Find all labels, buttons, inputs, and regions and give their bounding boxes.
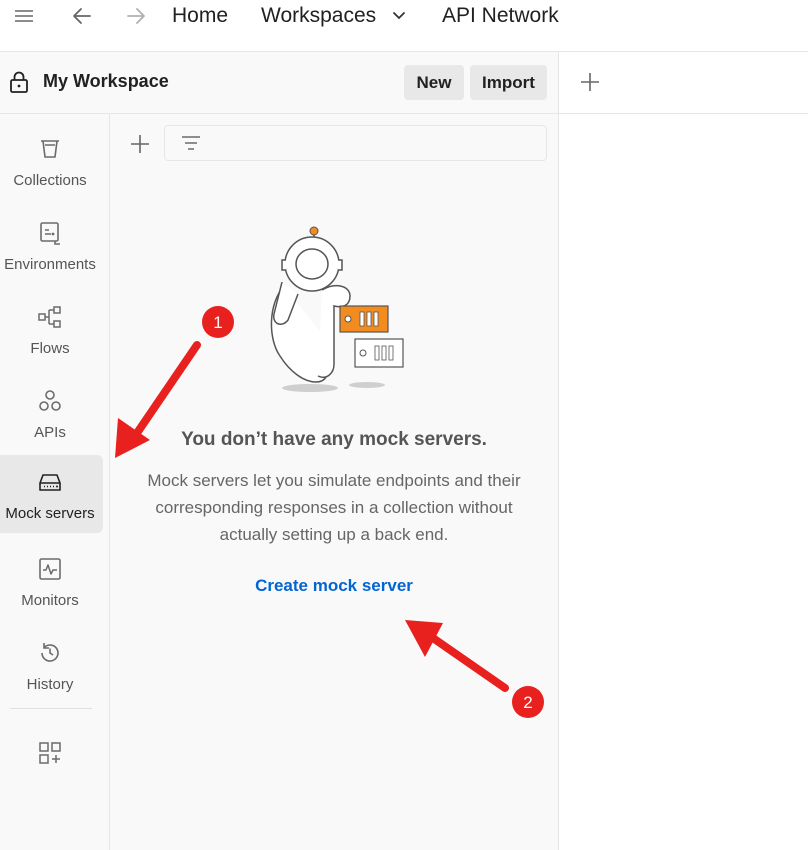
flows-icon	[38, 306, 61, 328]
sidebar-item-label: Flows	[30, 340, 70, 357]
sidebar-item-label: Mock servers	[5, 505, 95, 522]
workspace-title[interactable]: My Workspace	[43, 71, 169, 92]
create-mock-server-link[interactable]: Create mock server	[110, 576, 558, 596]
sidebar: Collections Environments Flows APIs Mock…	[0, 114, 110, 850]
sidebar-item-flows[interactable]: Flows	[0, 290, 103, 368]
monitors-icon	[39, 558, 61, 580]
sidebar-item-apis[interactable]: APIs	[0, 374, 103, 452]
menu-icon[interactable]	[13, 5, 35, 27]
sidebar-divider	[10, 708, 92, 709]
sidebar-item-monitors[interactable]: Monitors	[0, 542, 103, 620]
chevron-down-icon[interactable]	[391, 8, 407, 24]
home-link[interactable]: Home	[172, 3, 228, 29]
filter-icon[interactable]	[180, 132, 202, 154]
collections-icon	[41, 140, 59, 158]
astronaut-servers-illustration	[270, 226, 404, 392]
workspaces-menu[interactable]: Workspaces	[261, 3, 376, 29]
back-arrow-icon[interactable]	[70, 4, 94, 28]
top-navigation-bar: Home Workspaces API Network	[0, 0, 808, 52]
history-icon	[41, 643, 59, 662]
new-button[interactable]: New	[404, 65, 464, 100]
configure-sidebar-icon[interactable]	[37, 740, 63, 766]
workspace-header: My Workspace New Import	[0, 52, 558, 114]
add-mock-server-plus-icon[interactable]	[129, 133, 151, 155]
tab-bar	[559, 52, 808, 114]
sidebar-item-label: Environments	[4, 256, 96, 273]
new-tab-plus-icon[interactable]	[579, 71, 601, 93]
sidebar-item-label: APIs	[34, 424, 66, 441]
sidebar-item-environments[interactable]: Environments	[0, 206, 103, 284]
forward-arrow-icon[interactable]	[124, 4, 148, 28]
sidebar-item-collections[interactable]: Collections	[0, 122, 103, 200]
import-button[interactable]: Import	[470, 65, 547, 100]
api-network-link[interactable]: API Network	[442, 3, 559, 29]
sidebar-item-label: Collections	[13, 172, 87, 189]
empty-state-title: You don’t have any mock servers.	[181, 429, 487, 450]
empty-state-description: Mock servers let you simulate endpoints …	[147, 471, 521, 544]
sidebar-item-label: History	[26, 676, 74, 693]
environments-icon	[40, 222, 60, 245]
mock-servers-icon	[39, 474, 61, 491]
sidebar-item-history[interactable]: History	[0, 626, 103, 704]
apis-icon	[39, 390, 61, 411]
lock-icon	[10, 71, 28, 93]
filter-input[interactable]	[164, 125, 547, 161]
sidebar-item-label: Monitors	[21, 592, 79, 609]
sidebar-item-mock-servers[interactable]: Mock servers	[0, 455, 103, 533]
mock-servers-panel: You don’t have any mock servers. Mock se…	[110, 114, 558, 850]
tabs-pane	[558, 52, 808, 850]
